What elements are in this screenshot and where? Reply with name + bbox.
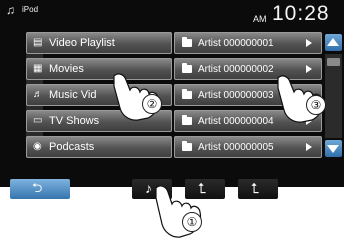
- callout-1: ①: [182, 212, 202, 232]
- return-arrow-icon: ⮌: [32, 180, 43, 195]
- category-label: Podcasts: [49, 141, 95, 153]
- back-button[interactable]: ⮌: [10, 179, 70, 199]
- category-label: TV Shows: [49, 115, 100, 127]
- folder-icon: [182, 63, 192, 73]
- film-icon: ▦: [33, 63, 43, 74]
- artist-item-5[interactable]: Artist 000000005: [174, 136, 322, 158]
- podcast-icon: ◉: [33, 141, 42, 152]
- artist-label: Artist 000000005: [198, 142, 274, 153]
- arrow-up-icon: [327, 38, 339, 46]
- tv-icon: ▭: [33, 115, 43, 126]
- category-item-video-playlist[interactable]: ▤ Video Playlist: [26, 32, 172, 54]
- artist-label: Artist 000000003: [198, 90, 274, 101]
- category-label: Music Vid: [49, 89, 97, 101]
- right-scrollbar-thumb[interactable]: [327, 58, 340, 66]
- video-playlist-icon: ▤: [33, 37, 43, 48]
- top-level-button[interactable]: ⮤: [238, 179, 278, 199]
- artist-label: Artist 000000004: [198, 116, 274, 127]
- clock-time: 10:28: [272, 2, 330, 25]
- play-arrow-icon[interactable]: [306, 39, 312, 47]
- artist-label: Artist 000000001: [198, 38, 274, 49]
- right-scroll-up-button[interactable]: [325, 34, 342, 51]
- arrow-down-icon: [327, 145, 339, 153]
- source-label: iPod: [22, 5, 39, 14]
- music-video-icon: ♬: [33, 89, 43, 100]
- artist-item-1[interactable]: Artist 000000001: [174, 32, 322, 54]
- folder-icon: [182, 115, 192, 125]
- hand-pointer-icon: [155, 185, 202, 238]
- music-note-icon: ♫: [6, 3, 15, 17]
- status-bar: ♫ iPod AM 10:28: [0, 0, 344, 30]
- folder-icon: [182, 37, 192, 47]
- callout-2: ②: [142, 94, 162, 114]
- category-item-podcasts[interactable]: ◉ Podcasts: [26, 136, 172, 158]
- callout-3: ③: [306, 95, 326, 115]
- artist-label: Artist 000000002: [198, 64, 274, 75]
- folder-icon: [182, 89, 192, 99]
- category-label: Video Playlist: [49, 37, 115, 49]
- top-level-icon: ⮤: [251, 180, 260, 196]
- category-label: Movies: [49, 63, 84, 75]
- folder-icon: [182, 141, 192, 151]
- right-scroll-down-button[interactable]: [325, 140, 342, 157]
- am-pm-indicator: AM: [253, 14, 267, 24]
- play-arrow-icon[interactable]: [306, 143, 312, 151]
